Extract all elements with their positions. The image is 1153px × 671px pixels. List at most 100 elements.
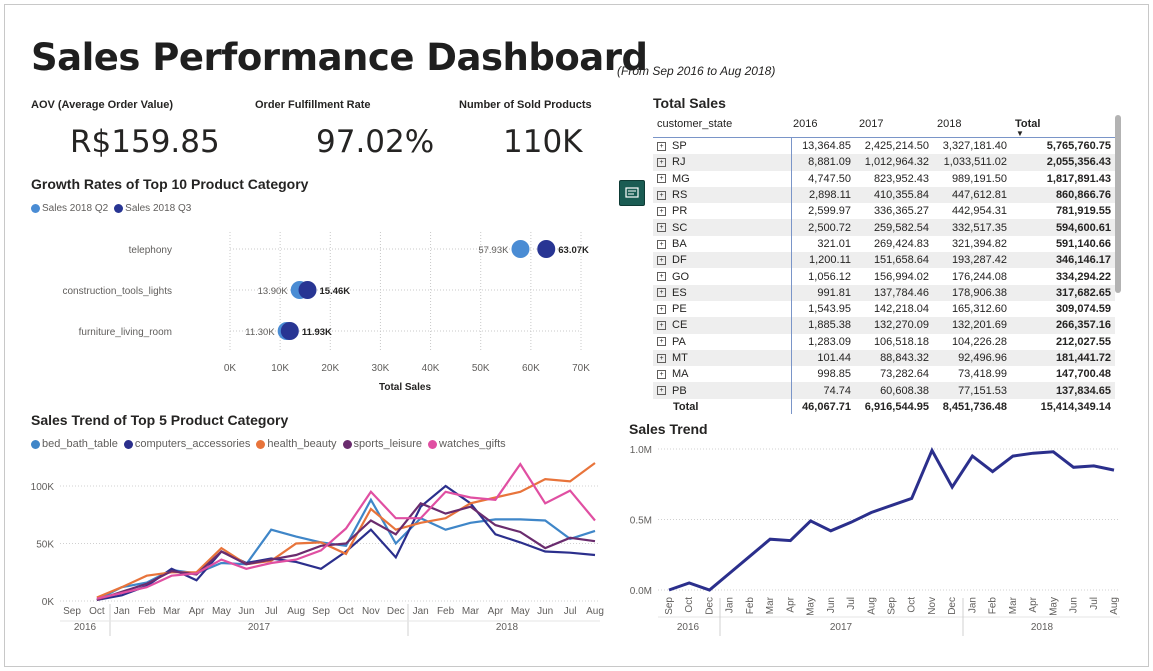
row-value-cell: 104,226.28 xyxy=(951,335,1007,348)
table-row[interactable]: + GO 1,056.12 156,994.02 176,244.08 334,294.2… xyxy=(653,268,1115,284)
x-tick-label: Mar xyxy=(462,606,480,617)
q2-data-label: 11.30K xyxy=(245,327,275,338)
narrative-glyph-icon xyxy=(625,187,639,198)
table-row[interactable]: + RS 2,898.11 410,355.84 447,612.81 860,866.7… xyxy=(653,186,1115,204)
x-tick-label: Jan xyxy=(413,606,429,617)
expand-row-icon[interactable]: + xyxy=(657,386,666,396)
expand-row-icon[interactable]: + xyxy=(657,141,666,151)
expand-row-icon[interactable]: + xyxy=(657,206,666,216)
table-row[interactable]: + PA 1,283.09 106,518.18 104,226.28 212,027.5… xyxy=(653,334,1115,350)
column-header-2018[interactable]: 2018 xyxy=(933,111,1011,138)
legend-dot-computers-accessories xyxy=(123,439,133,449)
state-code: MT xyxy=(672,352,688,364)
table-row[interactable]: + ES 991.81 137,784.46 178,906.38 317,682.65 xyxy=(653,284,1115,301)
row-total-cell: 147,700.48 xyxy=(1055,368,1111,381)
expand-row-icon[interactable]: + xyxy=(657,321,666,330)
table-row[interactable]: + SP 13,364.85 2,425,214.50 3,327,181.40 5,76… xyxy=(653,138,1115,155)
expand-row-icon[interactable]: + xyxy=(657,174,666,184)
expand-row-icon[interactable]: + xyxy=(657,158,666,168)
row-total-cell: 266,357.16 xyxy=(1011,317,1115,334)
table-row[interactable]: + SC 2,500.72 259,582.54 332,517.35 594,600.6… xyxy=(653,219,1115,236)
row-state-cell: + MA xyxy=(653,366,789,382)
row-total-cell: 309,074.59 xyxy=(1055,303,1111,316)
expand-row-icon[interactable]: + xyxy=(657,369,666,379)
x-tick-label: Aug xyxy=(287,606,305,617)
state-code: PR xyxy=(672,205,688,218)
legend-item-health-beauty[interactable]: health_beauty xyxy=(256,438,337,450)
row-value-cell: 13,364.85 xyxy=(802,140,851,153)
column-header-2017[interactable]: 2017 xyxy=(855,111,933,138)
smart-narrative-icon[interactable] xyxy=(619,180,645,206)
expand-row-icon[interactable]: + xyxy=(657,255,666,265)
x-tick-label: Feb xyxy=(437,606,455,617)
row-state-cell: + CE xyxy=(653,317,789,334)
row-state-cell: + PA xyxy=(653,334,789,350)
state-code: MA xyxy=(672,368,689,381)
legend-item-computers-accessories[interactable]: computers_accessories xyxy=(123,438,250,450)
row-total-cell: 591,140.66 xyxy=(1055,237,1111,250)
y-tick-label: 0.0M xyxy=(630,586,652,597)
table-row[interactable]: + MT 101.44 88,843.32 92,496.96 181,441.72 xyxy=(653,349,1115,367)
table-row[interactable]: + BA 321.01 269,424.83 321,394.82 591,140.66 xyxy=(653,236,1115,252)
table-row[interactable]: + DF 1,200.11 151,658.64 193,287.42 346,146.1… xyxy=(653,252,1115,269)
legend-item-bed-bath-table[interactable]: bed_bath_table xyxy=(31,438,118,450)
expand-row-icon[interactable]: + xyxy=(657,272,666,282)
total-value: 6,916,544.95 xyxy=(864,400,929,413)
expand-row-icon[interactable]: + xyxy=(657,288,666,298)
row-value-cell: 142,218.04 xyxy=(873,303,929,316)
row-state-cell: + PB xyxy=(653,382,789,399)
table-row[interactable]: + CE 1,885.38 132,270.09 132,201.69 266,357.1… xyxy=(653,317,1115,334)
row-value-cell: 2,500.72 xyxy=(789,219,855,236)
x-tick-label: Apr xyxy=(1028,596,1039,612)
x-tick-label: Apr xyxy=(189,606,205,617)
row-value-cell: 151,658.64 xyxy=(855,252,933,269)
x-tick-label: Jan xyxy=(967,597,978,613)
row-value-cell: 1,283.09 xyxy=(808,335,851,348)
column-header-total[interactable]: Total ▼ xyxy=(1011,111,1115,138)
row-value-cell: 1,885.38 xyxy=(789,317,855,334)
x-tick-label: Oct xyxy=(684,597,695,613)
expand-row-icon[interactable]: + xyxy=(657,190,666,200)
x-tick-label: Jun xyxy=(1069,597,1080,613)
table-scrollbar[interactable] xyxy=(1115,115,1121,293)
x-tick-label: May xyxy=(806,597,817,616)
x-tick-label: 30K xyxy=(372,363,390,374)
table-row[interactable]: + MG 4,747.50 823,952.43 989,191.50 1,817,891… xyxy=(653,171,1115,187)
series-line-bed-bath-table xyxy=(96,497,596,601)
legend-label-sports-leisure: sports_leisure xyxy=(353,438,423,450)
state-code: PE xyxy=(672,303,687,316)
expand-row-icon[interactable]: + xyxy=(657,304,666,314)
row-value-cell: 410,355.84 xyxy=(855,186,933,204)
expand-row-icon[interactable]: + xyxy=(657,223,666,233)
q3-point xyxy=(537,240,556,258)
year-label: 2016 xyxy=(677,622,700,633)
state-code: ES xyxy=(672,286,687,299)
x-tick-label: Aug xyxy=(866,597,877,615)
expand-row-icon[interactable]: + xyxy=(657,337,666,347)
expand-row-icon[interactable]: + xyxy=(657,353,666,363)
total-value: 8,451,736.48 xyxy=(942,400,1007,413)
y-tick-label: 0K xyxy=(42,597,55,608)
column-header-state[interactable]: customer_state xyxy=(653,111,789,138)
table-row[interactable]: + RJ 8,881.09 1,012,964.32 1,033,511.02 2,055… xyxy=(653,154,1115,171)
row-state-cell: + SC xyxy=(653,219,789,236)
table-row[interactable]: + PR 2,599.97 336,365.27 442,954.31 781,919.5… xyxy=(653,203,1115,219)
row-value-cell: 332,517.35 xyxy=(933,219,1011,236)
table-row[interactable]: + PB 74.74 60,608.38 77,151.53 137,834.65 xyxy=(653,382,1115,399)
x-tick-label: Mar xyxy=(163,606,181,617)
legend-item-watches-gifts[interactable]: watches_gifts xyxy=(428,438,506,450)
expand-row-icon[interactable]: + xyxy=(657,239,666,249)
row-state-cell: + DF xyxy=(653,252,789,269)
row-value-cell: 2,425,214.50 xyxy=(864,140,929,153)
table-row[interactable]: + PE 1,543.95 142,218.04 165,312.60 309,074.5… xyxy=(653,301,1115,317)
row-state-cell: + MG xyxy=(653,171,789,187)
x-tick-label: Jul xyxy=(846,597,857,610)
x-tick-label: Oct xyxy=(338,606,354,617)
row-value-cell: 73,282.64 xyxy=(880,368,929,381)
legend-item-sports-leisure[interactable]: sports_leisure xyxy=(342,438,423,450)
row-value-cell: 1,200.11 xyxy=(789,252,855,269)
legend-dot-watches-gifts xyxy=(428,439,438,449)
x-tick-label: Dec xyxy=(704,597,715,615)
column-header-2016[interactable]: 2016 xyxy=(789,111,855,138)
table-row[interactable]: + MA 998.85 73,282.64 73,418.99 147,700.48 xyxy=(653,366,1115,382)
